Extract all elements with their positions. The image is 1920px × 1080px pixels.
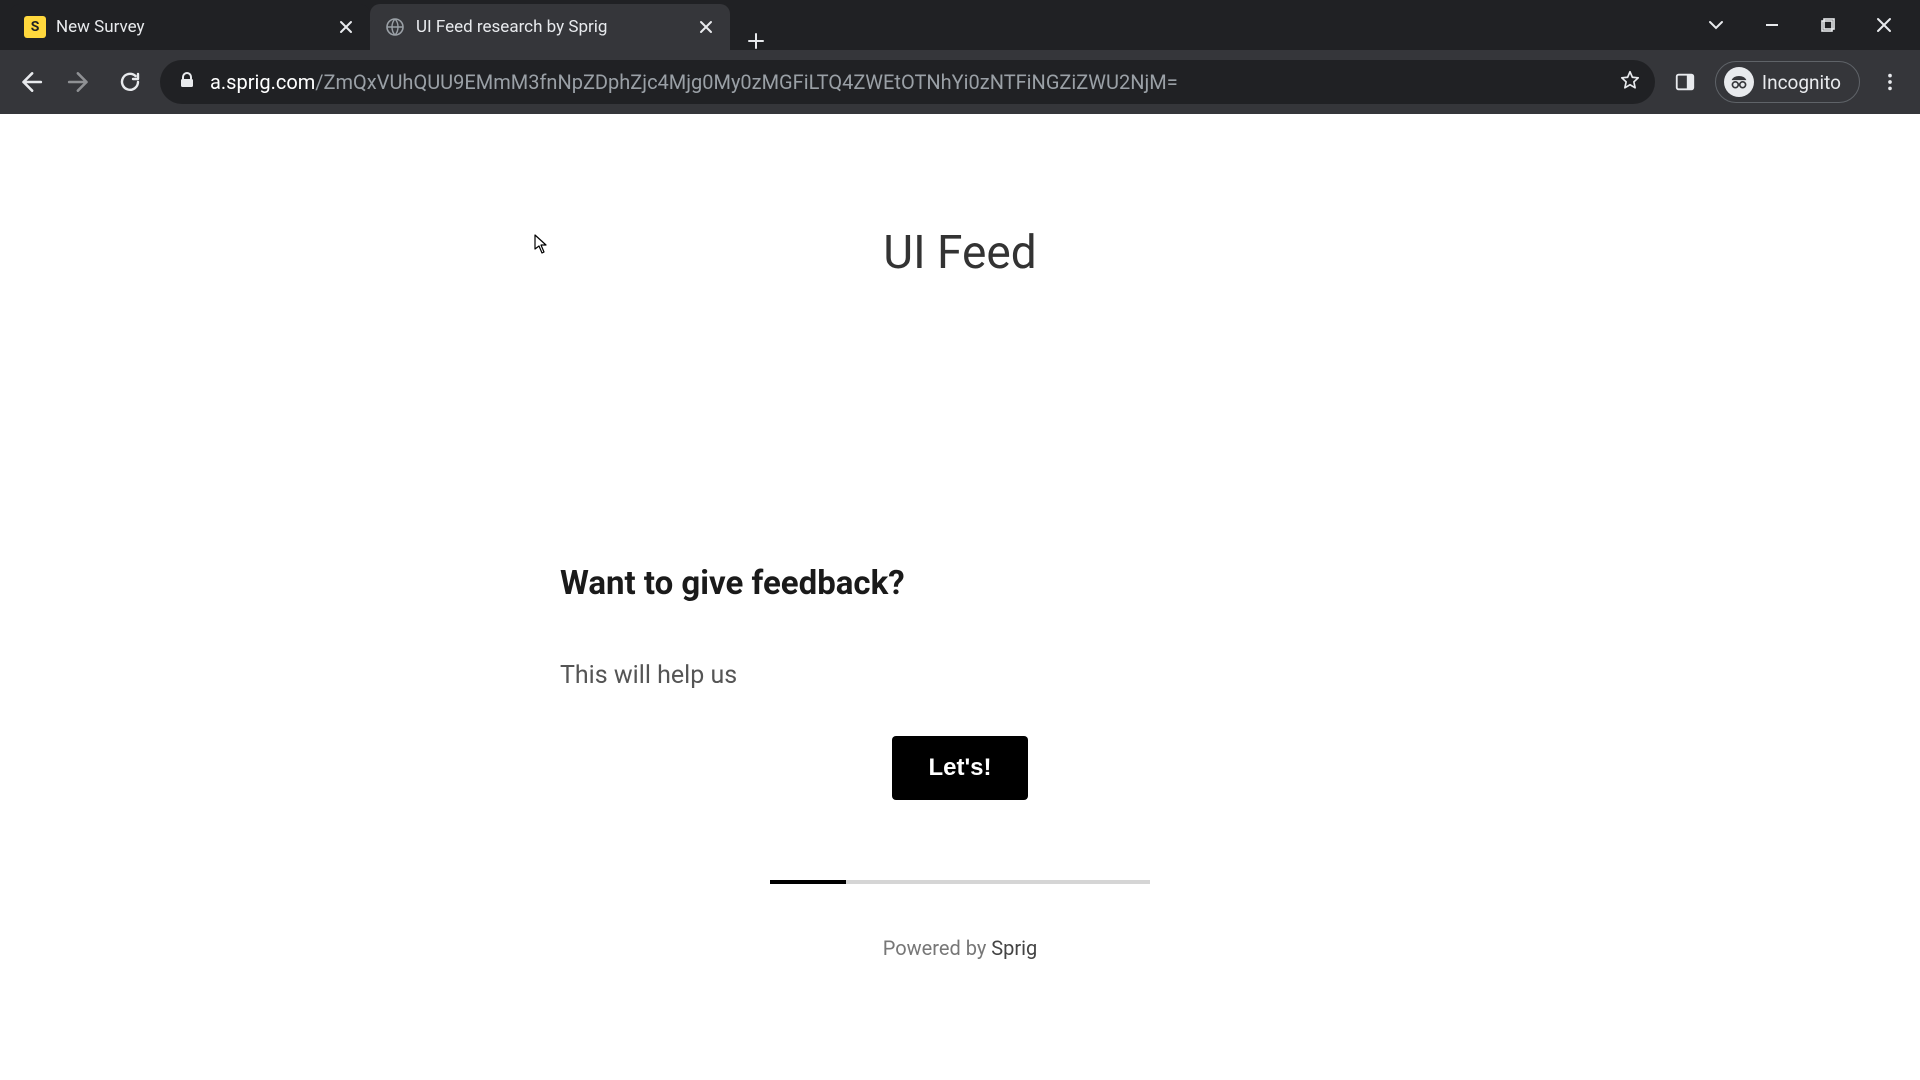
powered-by: Powered by Sprig (770, 936, 1150, 960)
page-content: UI Feed Want to give feedback? This will… (0, 114, 1920, 1080)
window-controls (1706, 0, 1920, 50)
powered-brand: Sprig (991, 936, 1037, 960)
new-tab-button[interactable] (736, 32, 776, 50)
tab-title: New Survey (56, 17, 326, 37)
survey-question: Want to give feedback? (560, 564, 1360, 603)
tab-title: UI Feed research by Sprig (416, 17, 686, 37)
toolbar: a.sprig.com/ZmQxVUhQUU9EMmM3fnNpZDphZjc4… (0, 50, 1920, 114)
back-button[interactable] (10, 62, 50, 102)
progress-bar (770, 880, 1150, 884)
forward-button[interactable] (60, 62, 100, 102)
progress-fill (770, 880, 846, 884)
side-panel-icon[interactable] (1665, 62, 1705, 102)
bookmark-icon[interactable] (1619, 69, 1645, 96)
kebab-menu-icon[interactable] (1870, 62, 1910, 102)
close-icon[interactable] (696, 17, 716, 37)
powered-prefix: Powered by (883, 936, 992, 960)
url-host: a.sprig.com (210, 70, 315, 94)
tab-new-survey[interactable]: S New Survey (10, 4, 370, 50)
survey-footer: Powered by Sprig (770, 880, 1150, 960)
close-icon[interactable] (1874, 15, 1894, 35)
cursor-icon (534, 234, 548, 254)
url-path: /ZmQxVUhQUU9EMmM3fnNpZDphZjc4Mjg0My0zMGF… (315, 70, 1177, 94)
incognito-chip[interactable]: Incognito (1715, 61, 1860, 103)
reload-button[interactable] (110, 62, 150, 102)
survey-description: This will help us (560, 661, 1360, 690)
lets-button[interactable]: Let's! (892, 736, 1027, 800)
incognito-label: Incognito (1762, 71, 1841, 94)
incognito-icon (1724, 67, 1754, 97)
tab-strip: S New Survey UI Feed research by Sprig (0, 0, 776, 50)
globe-icon (384, 16, 406, 38)
address-bar[interactable]: a.sprig.com/ZmQxVUhQUU9EMmM3fnNpZDphZjc4… (160, 60, 1655, 104)
page-title: UI Feed (0, 226, 1920, 280)
chevron-down-icon[interactable] (1706, 15, 1726, 35)
titlebar: S New Survey UI Feed research by Sprig (0, 0, 1920, 50)
lock-icon[interactable] (178, 70, 196, 94)
maximize-icon[interactable] (1818, 15, 1838, 35)
minimize-icon[interactable] (1762, 15, 1782, 35)
close-icon[interactable] (336, 17, 356, 37)
tab-ui-feed-research[interactable]: UI Feed research by Sprig (370, 4, 730, 50)
survey-card: Want to give feedback? This will help us… (560, 564, 1360, 800)
sprig-favicon: S (24, 16, 46, 38)
sprig-favicon-letter: S (31, 19, 40, 35)
url-text: a.sprig.com/ZmQxVUhQUU9EMmM3fnNpZDphZjc4… (210, 70, 1605, 94)
